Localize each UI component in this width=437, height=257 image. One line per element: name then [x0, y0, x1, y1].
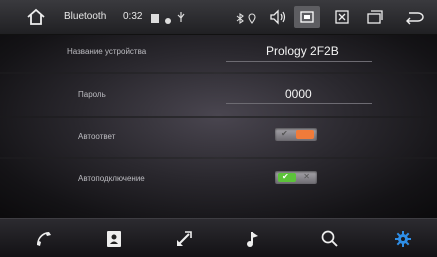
search-icon[interactable] — [320, 229, 340, 249]
check-mark-icon: ✔ — [282, 172, 289, 181]
location-icon — [248, 11, 256, 24]
clock: 0:32 — [123, 11, 143, 22]
windows-icon[interactable] — [366, 9, 384, 25]
device-name-row[interactable]: Название устройства Prology 2F2B — [0, 34, 437, 72]
autoanswer-label: Автоответ — [78, 132, 116, 141]
cross-mark-icon: ✕ — [303, 172, 310, 181]
autoanswer-row[interactable]: Автоответ ✔ — [0, 120, 437, 158]
call-transfer-icon[interactable] — [174, 229, 194, 249]
usb-icon — [176, 10, 186, 22]
divider — [0, 72, 437, 74]
check-mark-icon: ✔ — [281, 129, 288, 138]
back-icon[interactable] — [404, 9, 424, 25]
password-value[interactable]: 0000 — [285, 87, 312, 101]
password-row[interactable]: Пароль 0000 — [0, 76, 437, 114]
music-icon[interactable] — [243, 229, 263, 249]
home-icon[interactable] — [26, 7, 46, 27]
bluetooth-icon — [236, 11, 244, 25]
phone-icon[interactable] — [34, 229, 54, 249]
password-underline — [226, 103, 372, 104]
bluetooth-settings-screen: Bluetooth 0:32 Название устройства Prolo… — [0, 0, 437, 257]
close-window-icon[interactable] — [334, 9, 350, 25]
autoconnect-label: Автоподключение — [78, 174, 145, 183]
divider — [0, 116, 437, 118]
sd-card-icon — [150, 11, 160, 23]
app-title: Bluetooth — [64, 11, 107, 22]
settings-gear-icon[interactable] — [393, 229, 413, 249]
volume-icon[interactable] — [269, 9, 287, 25]
device-name-label: Название устройства — [67, 47, 147, 56]
autoconnect-row[interactable]: Автоподключение ✔ ✕ — [0, 161, 437, 199]
password-label: Пароль — [78, 90, 106, 99]
toggle-knob-off — [296, 130, 314, 139]
contacts-icon[interactable] — [104, 229, 124, 249]
bottom-nav-bar — [0, 218, 437, 257]
autoconnect-toggle[interactable]: ✔ ✕ — [275, 171, 317, 184]
dot-icon — [164, 12, 172, 24]
divider — [0, 157, 437, 159]
device-name-underline — [226, 61, 372, 62]
settings-screen-icon[interactable] — [299, 9, 315, 25]
device-name-value[interactable]: Prology 2F2B — [266, 44, 339, 58]
status-bar: Bluetooth 0:32 — [0, 0, 437, 35]
autoanswer-toggle[interactable]: ✔ — [275, 128, 317, 141]
